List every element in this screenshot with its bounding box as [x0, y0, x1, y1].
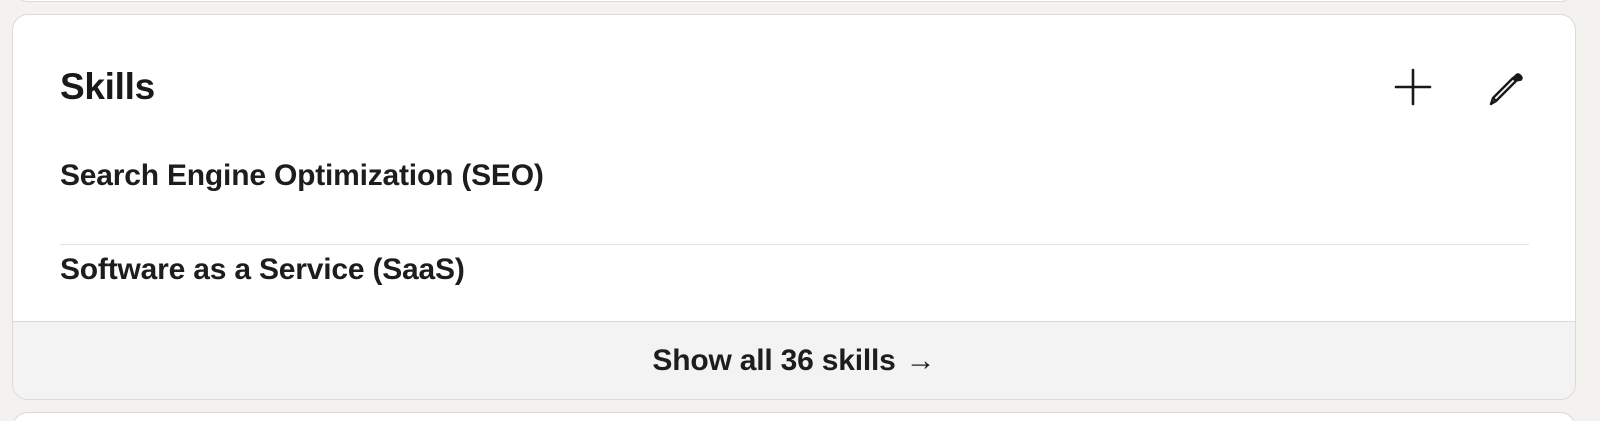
plus-icon [1394, 68, 1432, 106]
show-all-skills-label: Show all 36 skills [652, 343, 896, 377]
next-section-card [12, 412, 1576, 421]
previous-section-card [12, 0, 1576, 2]
skills-list: Search Engine Optimization (SEO) Softwar… [60, 151, 1529, 339]
skill-name[interactable]: Software as a Service (SaaS) [60, 253, 465, 287]
arrow-right-icon: → [905, 343, 936, 377]
skill-item[interactable]: Search Engine Optimization (SEO) [60, 151, 1529, 245]
edit-skills-button[interactable] [1483, 65, 1527, 109]
skills-actions [1391, 65, 1527, 109]
skills-header: Skills [60, 63, 1527, 111]
skills-card: Skills Search Engine Optimization (SEO) … [12, 14, 1576, 400]
add-skill-button[interactable] [1391, 65, 1435, 109]
skill-name[interactable]: Search Engine Optimization (SEO) [60, 159, 544, 193]
profile-page: Skills Search Engine Optimization (SEO) … [0, 0, 1600, 421]
skills-title: Skills [60, 66, 155, 107]
pencil-icon [1489, 73, 1523, 106]
show-all-skills-button[interactable]: Show all 36 skills → [13, 321, 1575, 399]
